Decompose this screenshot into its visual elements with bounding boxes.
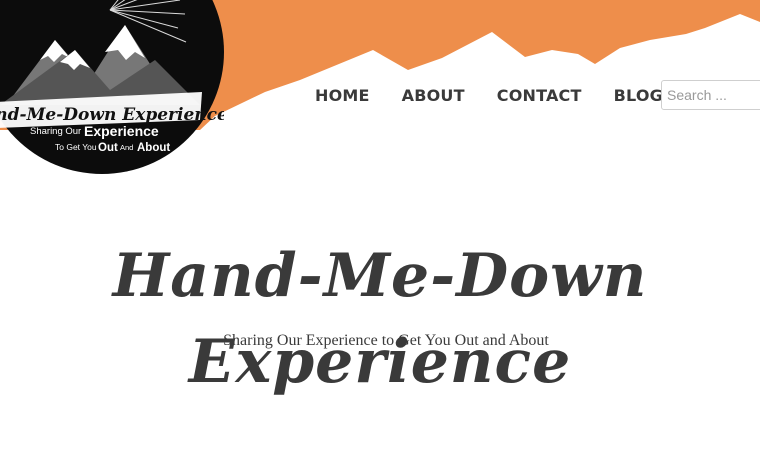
site-logo[interactable]: Hand-Me-Down Experience Sharing Our Expe… xyxy=(0,0,224,174)
site-title[interactable]: Hand-Me-Down Experience xyxy=(0,233,760,405)
search-input[interactable] xyxy=(661,80,760,110)
logo-line2-small2: And xyxy=(120,143,133,152)
site-tagline: Sharing Our Experience to Get You Out an… xyxy=(223,332,549,349)
nav-blog-link[interactable]: BLOG xyxy=(614,86,663,106)
nav-home-link[interactable]: HOME xyxy=(315,86,370,106)
logo-line2-small: To Get You xyxy=(55,142,97,152)
nav-contact-link[interactable]: CONTACT xyxy=(497,86,582,106)
logo-line1-big: Experience xyxy=(84,123,159,139)
main-navigation: HOME ABOUT CONTACT BLOG xyxy=(315,86,663,106)
logo-line2-big2: About xyxy=(137,142,170,154)
nav-about-link[interactable]: ABOUT xyxy=(402,86,465,106)
logo-title: Hand-Me-Down Experience xyxy=(0,105,224,125)
logo-line1-small: Sharing Our xyxy=(30,126,81,137)
logo-line2-big: Out xyxy=(98,142,118,154)
